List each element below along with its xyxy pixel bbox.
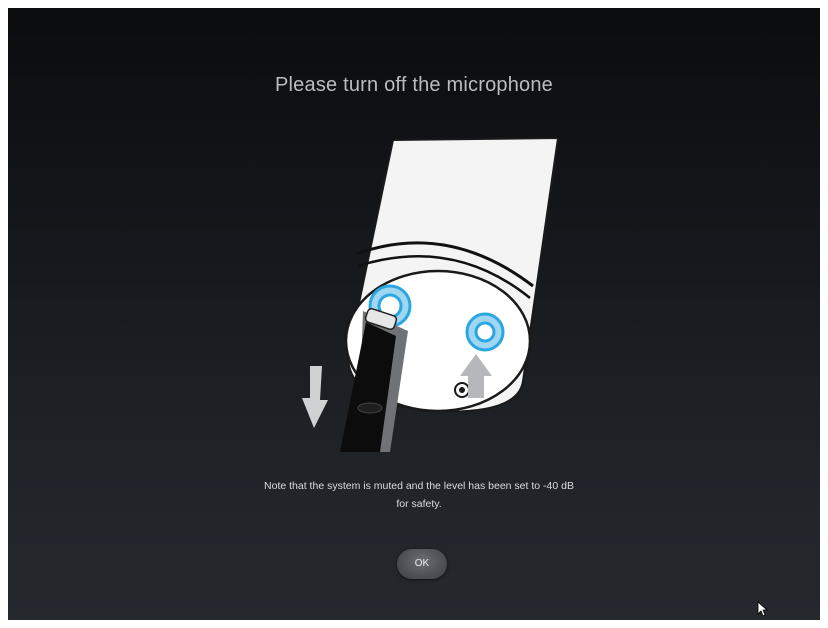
- remove-arrow-icon: [302, 366, 328, 428]
- ok-button[interactable]: OK: [397, 549, 447, 579]
- mouse-pointer-icon: [757, 601, 769, 617]
- safety-note-line-2: for safety.: [396, 498, 442, 510]
- microphone-dialog-screen: Please turn off the microphone Note that…: [8, 8, 820, 620]
- safety-note-line-1: Note that the system is muted and the le…: [264, 480, 574, 492]
- safety-note: Note that the system is muted and the le…: [204, 477, 634, 513]
- microphone-illustration: [302, 136, 560, 452]
- dialog-title: Please turn off the microphone: [274, 74, 554, 96]
